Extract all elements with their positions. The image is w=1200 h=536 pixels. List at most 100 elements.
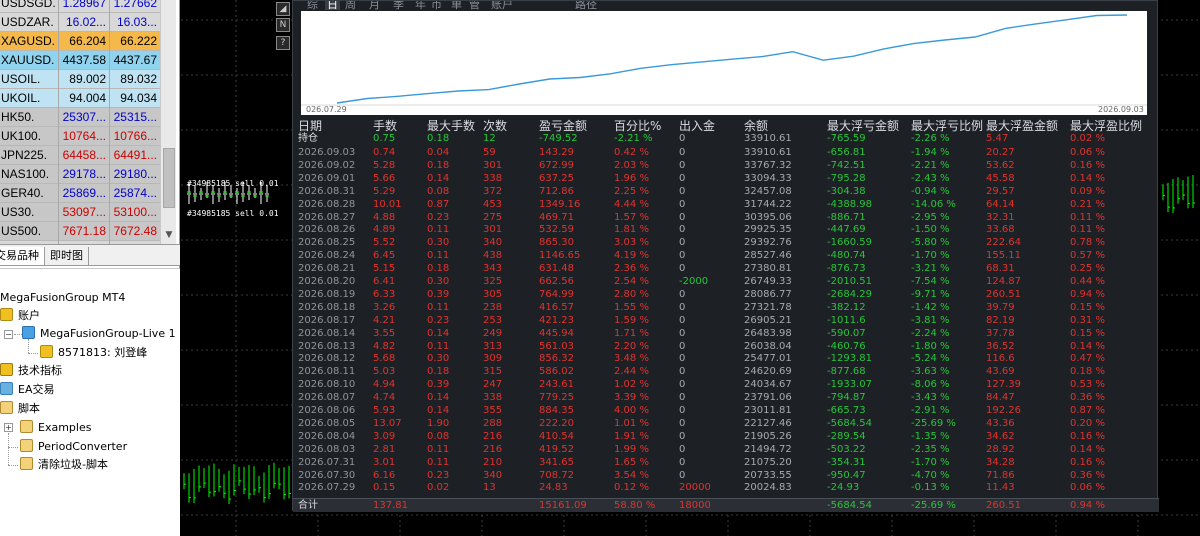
ask-price: 25315... <box>113 110 157 124</box>
table-cell: 2026.08.03 <box>298 443 356 455</box>
table-row[interactable]: 2026.08.07 4.74 0.14 338 779.25 3.39 % 0 23791.… <box>293 391 1159 405</box>
stats-tab[interactable]: 管 <box>469 1 480 10</box>
table-row[interactable]: 2026.09.03 0.74 0.04 59 143.29 0.42 % 0 33910.6… <box>293 146 1159 160</box>
table-row[interactable]: 2026.08.18 3.26 0.11 238 416.57 1.55 % 0 27321.… <box>293 301 1159 315</box>
column-header[interactable]: 最大手数 <box>427 119 475 133</box>
table-row[interactable]: 2026.07.30 6.16 0.23 340 708.72 3.54 % 0 20733.… <box>293 469 1159 483</box>
symbol-name: UK100. <box>1 129 42 143</box>
nav-script-periodconverter[interactable]: PeriodConverter <box>20 438 127 456</box>
market-watch-row[interactable]: UK100. 10764... 10766... <box>0 127 160 146</box>
nav-account[interactable]: 8571813: 刘登峰 <box>40 344 147 362</box>
market-watch-row[interactable]: US30. 53097... 53100... <box>0 203 160 222</box>
nav-script-examples[interactable]: Examples <box>20 419 91 437</box>
collapse-toggle-icon[interactable]: − <box>4 330 13 339</box>
table-cell: 36.52 <box>986 340 1015 352</box>
symbol-name: UKOIL. <box>1 91 41 105</box>
column-header[interactable]: 日期 <box>298 119 322 133</box>
table-row[interactable]: 2026.08.26 4.89 0.11 301 532.59 1.81 % 0 29925.… <box>293 223 1159 237</box>
table-row[interactable]: 2026.07.29 0.15 0.02 13 24.83 0.12 % 20000 2002… <box>293 481 1159 495</box>
table-row[interactable]: 2026.08.19 6.33 0.39 305 764.99 2.80 % 0 28086.… <box>293 288 1159 302</box>
column-header[interactable]: 余额 <box>744 119 768 133</box>
table-row[interactable]: 2026.08.21 5.15 0.18 343 631.48 2.36 % 0 27380.… <box>293 262 1159 276</box>
nav-server[interactable]: MegaFusionGroup-Live 1 <box>22 325 176 343</box>
column-header[interactable]: 最大浮亏比例 <box>911 119 983 133</box>
stats-tab[interactable]: 年 <box>415 1 426 10</box>
table-row[interactable]: 2026.09.01 5.66 0.14 338 637.25 1.96 % 0 33094.… <box>293 172 1159 186</box>
table-row[interactable]: 2026.08.14 3.55 0.14 249 445.94 1.71 % 0 26483.… <box>293 327 1159 341</box>
table-row[interactable]: 2026.08.04 3.09 0.08 216 410.54 1.91 % 0 21905.… <box>293 430 1159 444</box>
stats-tab[interactable]: 综 <box>307 1 318 10</box>
panel-side-button-icon[interactable]: ◢ <box>276 2 290 16</box>
table-row[interactable]: 2026.08.10 4.94 0.39 247 243.61 1.02 % 0 24034.… <box>293 378 1159 392</box>
table-cell: 26905.21 <box>744 314 792 326</box>
table-row[interactable]: 2026.07.31 3.01 0.11 210 341.65 1.65 % 0 21075.… <box>293 456 1159 470</box>
stats-tab[interactable]: 路径 <box>575 1 597 10</box>
table-row[interactable]: 2026.08.06 5.93 0.14 355 884.35 4.00 % 0 23011.… <box>293 404 1159 418</box>
table-cell: 155.11 <box>986 250 1021 262</box>
column-header[interactable]: 最大浮盈比例 <box>1070 119 1142 133</box>
table-row[interactable]: 2026.09.02 5.28 0.18 301 672.99 2.03 % 0 33767.… <box>293 159 1159 173</box>
panel-side-button-n[interactable]: N <box>276 18 290 32</box>
nav-root[interactable]: MegaFusionGroup MT4 <box>0 289 125 307</box>
market-watch-row[interactable]: NAS100. 29178... 29180... <box>0 165 160 184</box>
table-row[interactable]: 2026.08.03 2.81 0.11 216 419.52 1.99 % 0 21494.… <box>293 443 1159 457</box>
market-watch-row[interactable]: XAUUSD. 4437.58 4437.67 <box>0 51 160 70</box>
expand-toggle-icon[interactable]: + <box>4 423 13 432</box>
stats-tab[interactable]: 单 <box>451 1 462 10</box>
table-cell: 31744.22 <box>744 198 792 210</box>
market-watch-row[interactable]: XAGUSD. 66.204 66.222 <box>0 32 160 51</box>
market-watch-row[interactable]: HK50. 25307... 25315... <box>0 108 160 127</box>
table-row[interactable]: 2026.08.05 13.07 1.90 288 222.20 1.01 % 0 22127… <box>293 417 1159 431</box>
nav-indicators[interactable]: 技术指标 <box>0 362 62 380</box>
table-row[interactable]: 2026.08.25 5.52 0.30 340 865.30 3.03 % 0 29392.… <box>293 236 1159 250</box>
tab-tick-chart[interactable]: 即时图 <box>45 247 89 265</box>
column-header[interactable]: 手数 <box>373 119 397 133</box>
table-row[interactable]: 2026.08.31 5.29 0.08 372 712.86 2.25 % 0 32457.… <box>293 185 1159 199</box>
stats-tab[interactable]: 月 <box>369 1 380 10</box>
table-cell: 127.39 <box>986 379 1021 391</box>
column-separator <box>109 0 110 244</box>
ask-price: 53100... <box>113 205 157 219</box>
market-watch-row[interactable]: US500. 7671.18 7672.48 <box>0 222 160 241</box>
stats-tab[interactable]: 季 <box>393 1 404 10</box>
market-watch-row[interactable]: USOIL. 89.002 89.032 <box>0 70 160 89</box>
table-row[interactable]: 2026.08.13 4.82 0.11 313 561.03 2.20 % 0 26038.… <box>293 340 1159 354</box>
scroll-down-arrow-icon[interactable]: ▼ <box>163 228 175 242</box>
stats-tab[interactable]: 币 <box>431 1 442 10</box>
market-watch-row[interactable]: GER40. 25869... 25874... <box>0 184 160 203</box>
table-cell: 0.02 % <box>1070 133 1105 144</box>
column-header[interactable]: 最大浮盈金额 <box>986 119 1058 133</box>
nav-account-label: 8571813: 刘登峰 <box>58 346 148 359</box>
column-header[interactable]: 盈亏金额 <box>539 119 587 133</box>
help-button[interactable]: ? <box>276 36 290 50</box>
nav-experts[interactable]: EA交易 <box>0 381 54 399</box>
nav-scripts[interactable]: 脚本 <box>0 400 40 418</box>
stats-tab[interactable]: 账户 <box>491 1 513 10</box>
table-row[interactable]: 2026.08.28 10.01 0.87 453 1349.16 4.44 % 0 3174… <box>293 198 1159 212</box>
market-watch-scrollbar[interactable]: ▼ <box>160 0 176 244</box>
table-row[interactable]: 2026.08.17 4.21 0.23 253 421.23 1.59 % 0 26905.… <box>293 314 1159 328</box>
table-cell: 5.15 <box>373 263 396 275</box>
nav-script-cleanup[interactable]: 清除垃圾-脚本 <box>20 456 108 474</box>
nav-accounts[interactable]: 账户 <box>0 307 40 325</box>
table-row[interactable]: 2026.08.11 5.03 0.18 315 586.02 2.44 % 0 24620.… <box>293 365 1159 379</box>
table-row[interactable]: 2026.08.20 6.41 0.30 325 662.56 2.54 % -2000 26… <box>293 275 1159 289</box>
column-header[interactable]: 次数 <box>483 119 507 133</box>
stats-tab[interactable]: 周 <box>345 1 356 10</box>
market-watch-row[interactable]: USDZAR. 16.02... 16.03... <box>0 13 160 32</box>
table-row[interactable]: 2026.08.24 6.45 0.11 438 1146.65 4.19 % 0 28527… <box>293 249 1159 263</box>
table-cell: -1.80 % <box>911 340 950 352</box>
column-header[interactable]: 最大浮亏金额 <box>827 119 899 133</box>
market-watch-row[interactable]: USDSGD. 1.28967 1.27662 <box>0 0 160 13</box>
table-row[interactable]: 2026.08.27 4.88 0.23 275 469.71 1.57 % 0 30395.… <box>293 211 1159 225</box>
scrollbar-thumb[interactable] <box>163 148 175 208</box>
table-cell: 0.42 % <box>614 147 649 158</box>
market-watch-row[interactable]: JPN225. 64458... 64491... <box>0 146 160 165</box>
market-watch-row[interactable]: UKOIL. 94.004 94.034 <box>0 89 160 108</box>
table-row[interactable]: 2026.08.12 5.68 0.30 309 856.32 3.48 % 0 25477.… <box>293 352 1159 366</box>
tab-symbols[interactable]: 交易品种 <box>0 247 45 265</box>
column-header[interactable]: 百分比% <box>614 119 661 133</box>
stats-tab[interactable]: 日 <box>325 1 340 10</box>
table-cell: 355 <box>483 405 503 416</box>
column-header[interactable]: 出入金 <box>679 119 715 133</box>
